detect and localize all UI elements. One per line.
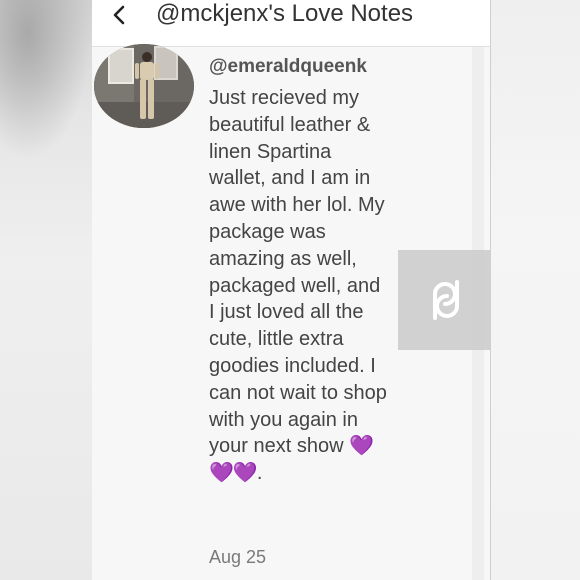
user-avatar-photo xyxy=(94,44,194,128)
note-body-text: Just recieved my beautiful leather & lin… xyxy=(209,87,387,458)
page-title: @mckjenx's Love Notes xyxy=(156,0,414,27)
page-header: @mckjenx's Love Notes xyxy=(92,0,490,47)
note-username[interactable]: @emeraldqueenk xyxy=(209,56,367,78)
blurred-background-right xyxy=(490,0,580,580)
poshmark-link-icon xyxy=(433,280,459,320)
chevron-left-icon xyxy=(113,5,125,25)
avatar[interactable] xyxy=(94,44,194,128)
blurred-background-left xyxy=(0,0,92,580)
back-button[interactable] xyxy=(106,2,134,32)
note-text: Just recieved my beautiful leather & lin… xyxy=(209,85,387,487)
share-link-button[interactable] xyxy=(398,250,490,350)
note-date: Aug 25 xyxy=(209,547,267,567)
note-end-punctuation: . xyxy=(256,462,263,485)
